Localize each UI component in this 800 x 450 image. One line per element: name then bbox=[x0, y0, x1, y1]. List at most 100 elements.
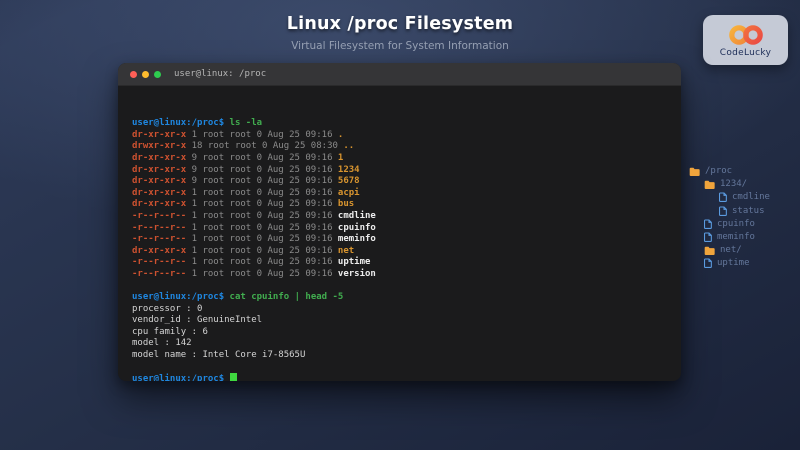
terminal-line bbox=[132, 362, 667, 374]
command-output: model name : Intel Core i7-8565U bbox=[132, 350, 305, 360]
terminal-line: dr-xr-xr-x 1 root root 0 Aug 25 09:16 ac… bbox=[132, 188, 667, 200]
ls-permissions: -r--r--r-- bbox=[132, 257, 186, 267]
terminal-line bbox=[132, 281, 667, 293]
ls-meta: 1 root root 0 Aug 25 09:16 bbox=[186, 257, 338, 267]
ls-directory-name: net bbox=[338, 246, 354, 256]
page-title: Linux /proc Filesystem bbox=[0, 14, 800, 34]
tree-item-cmdline: cmdline bbox=[689, 192, 770, 202]
terminal-line: -r--r--r-- 1 root root 0 Aug 25 09:16 cp… bbox=[132, 223, 667, 235]
tree-item-label: net/ bbox=[720, 245, 742, 255]
terminal-line: model name : Intel Core i7-8565U bbox=[132, 350, 667, 362]
terminal-line: -r--r--r-- 1 root root 0 Aug 25 09:16 up… bbox=[132, 257, 667, 269]
ls-directory-name: 1234 bbox=[338, 165, 360, 175]
ls-meta: 9 root root 0 Aug 25 09:16 bbox=[186, 153, 338, 163]
ls-permissions: dr-xr-xr-x bbox=[132, 246, 186, 256]
maximize-button[interactable] bbox=[154, 71, 161, 78]
terminal-line: dr-xr-xr-x 1 root root 0 Aug 25 09:16 ne… bbox=[132, 246, 667, 258]
file-tree: /proc 1234/cmdline status cpuinfo meminfo net… bbox=[689, 166, 770, 272]
folder-icon bbox=[704, 180, 715, 189]
page-header: Linux /proc Filesystem Virtual Filesyste… bbox=[0, 14, 800, 52]
terminal-line: processor : 0 bbox=[132, 304, 667, 316]
ls-directory-name: acpi bbox=[338, 188, 360, 198]
tree-item-net: net/ bbox=[689, 245, 770, 255]
ls-permissions: -r--r--r-- bbox=[132, 269, 186, 279]
tree-item-label: /proc bbox=[705, 166, 732, 176]
ls-file-name: cmdline bbox=[338, 211, 376, 221]
ls-directory-name: 1 bbox=[338, 153, 343, 163]
ls-file-name: meminfo bbox=[338, 234, 376, 244]
folder-icon bbox=[689, 167, 700, 176]
terminal-line: dr-xr-xr-x 9 root root 0 Aug 25 09:16 1 bbox=[132, 153, 667, 165]
tree-item-label: cpuinfo bbox=[717, 219, 755, 229]
brand-name: CodeLucky bbox=[720, 48, 771, 58]
ls-directory-name: 5678 bbox=[338, 176, 360, 186]
shell-command: cat cpuinfo | head -5 bbox=[230, 292, 344, 302]
shell-command: ls -la bbox=[230, 118, 263, 128]
ls-meta: 9 root root 0 Aug 25 09:16 bbox=[186, 165, 338, 175]
ls-meta: 1 root root 0 Aug 25 09:16 bbox=[186, 211, 338, 221]
command-output: cpu family : 6 bbox=[132, 327, 208, 337]
infinity-icon bbox=[725, 24, 767, 46]
page-background: Linux /proc Filesystem Virtual Filesyste… bbox=[0, 0, 800, 450]
tree-item-label: 1234/ bbox=[720, 179, 747, 189]
file-icon bbox=[719, 206, 727, 216]
ls-meta: 1 root root 0 Aug 25 09:16 bbox=[186, 199, 338, 209]
ls-permissions: dr-xr-xr-x bbox=[132, 130, 186, 140]
ls-meta: 1 root root 0 Aug 25 09:16 bbox=[186, 223, 338, 233]
terminal-line: user@linux:/proc$ cat cpuinfo | head -5 bbox=[132, 292, 667, 304]
ls-directory-name: . bbox=[338, 130, 343, 140]
ls-permissions: -r--r--r-- bbox=[132, 223, 186, 233]
file-icon bbox=[704, 232, 712, 242]
ls-directory-name: .. bbox=[343, 141, 354, 151]
ls-permissions: dr-xr-xr-x bbox=[132, 176, 186, 186]
command-output: vendor_id : GenuineIntel bbox=[132, 315, 262, 325]
terminal-line: -r--r--r-- 1 root root 0 Aug 25 09:16 cm… bbox=[132, 211, 667, 223]
tree-item-label: meminfo bbox=[717, 232, 755, 242]
ls-permissions: dr-xr-xr-x bbox=[132, 153, 186, 163]
shell-prompt: user@linux:/proc$ bbox=[132, 374, 230, 381]
file-icon bbox=[704, 219, 712, 229]
ls-meta: 9 root root 0 Aug 25 09:16 bbox=[186, 176, 338, 186]
page-subtitle: Virtual Filesystem for System Informatio… bbox=[0, 40, 800, 52]
tree-item-label: cmdline bbox=[732, 192, 770, 202]
ls-file-name: uptime bbox=[338, 257, 371, 267]
ls-permissions: drwxr-xr-x bbox=[132, 141, 186, 151]
brand-badge: CodeLucky bbox=[703, 15, 788, 65]
ls-meta: 1 root root 0 Aug 25 09:16 bbox=[186, 269, 338, 279]
terminal-line: dr-xr-xr-x 1 root root 0 Aug 25 09:16 . bbox=[132, 130, 667, 142]
tree-item-label: status bbox=[732, 206, 765, 216]
terminal-line: drwxr-xr-x 18 root root 0 Aug 25 08:30 .… bbox=[132, 141, 667, 153]
minimize-button[interactable] bbox=[142, 71, 149, 78]
close-button[interactable] bbox=[130, 71, 137, 78]
ls-meta: 1 root root 0 Aug 25 09:16 bbox=[186, 234, 338, 244]
terminal-line: cpu family : 6 bbox=[132, 327, 667, 339]
tree-item-meminfo: meminfo bbox=[689, 232, 770, 242]
ls-file-name: cpuinfo bbox=[338, 223, 376, 233]
terminal-line: -r--r--r-- 1 root root 0 Aug 25 09:16 ve… bbox=[132, 269, 667, 281]
ls-permissions: -r--r--r-- bbox=[132, 211, 186, 221]
terminal-line: model : 142 bbox=[132, 338, 667, 350]
ls-file-name: version bbox=[338, 269, 376, 279]
ls-meta: 18 root root 0 Aug 25 08:30 bbox=[186, 141, 343, 151]
terminal-titlebar[interactable]: user@linux: /proc bbox=[118, 63, 681, 86]
shell-prompt: user@linux:/proc$ bbox=[132, 118, 230, 128]
ls-permissions: dr-xr-xr-x bbox=[132, 165, 186, 175]
ls-permissions: -r--r--r-- bbox=[132, 234, 186, 244]
ls-directory-name: bus bbox=[338, 199, 354, 209]
ls-permissions: dr-xr-xr-x bbox=[132, 188, 186, 198]
file-icon bbox=[719, 192, 727, 202]
tree-item-status: status bbox=[689, 206, 770, 216]
file-icon bbox=[704, 258, 712, 268]
tree-item-uptime: uptime bbox=[689, 258, 770, 268]
command-output: processor : 0 bbox=[132, 304, 202, 314]
terminal-cursor[interactable] bbox=[230, 373, 237, 381]
tree-item-proc: /proc bbox=[689, 166, 770, 176]
terminal-line: -r--r--r-- 1 root root 0 Aug 25 09:16 me… bbox=[132, 234, 667, 246]
terminal-window: user@linux: /proc user@linux:/proc$ ls -… bbox=[118, 63, 681, 381]
ls-meta: 1 root root 0 Aug 25 09:16 bbox=[186, 188, 338, 198]
terminal-session: user@linux:/proc$ ls -la dr-xr-xr-x 1 roo… bbox=[132, 118, 667, 381]
window-controls bbox=[130, 71, 161, 78]
terminal-input-line[interactable]: user@linux:/proc$ bbox=[132, 373, 667, 381]
terminal-body[interactable]: user@linux:/proc$ ls -la dr-xr-xr-x 1 roo… bbox=[118, 86, 681, 381]
ls-meta: 1 root root 0 Aug 25 09:16 bbox=[186, 130, 338, 140]
